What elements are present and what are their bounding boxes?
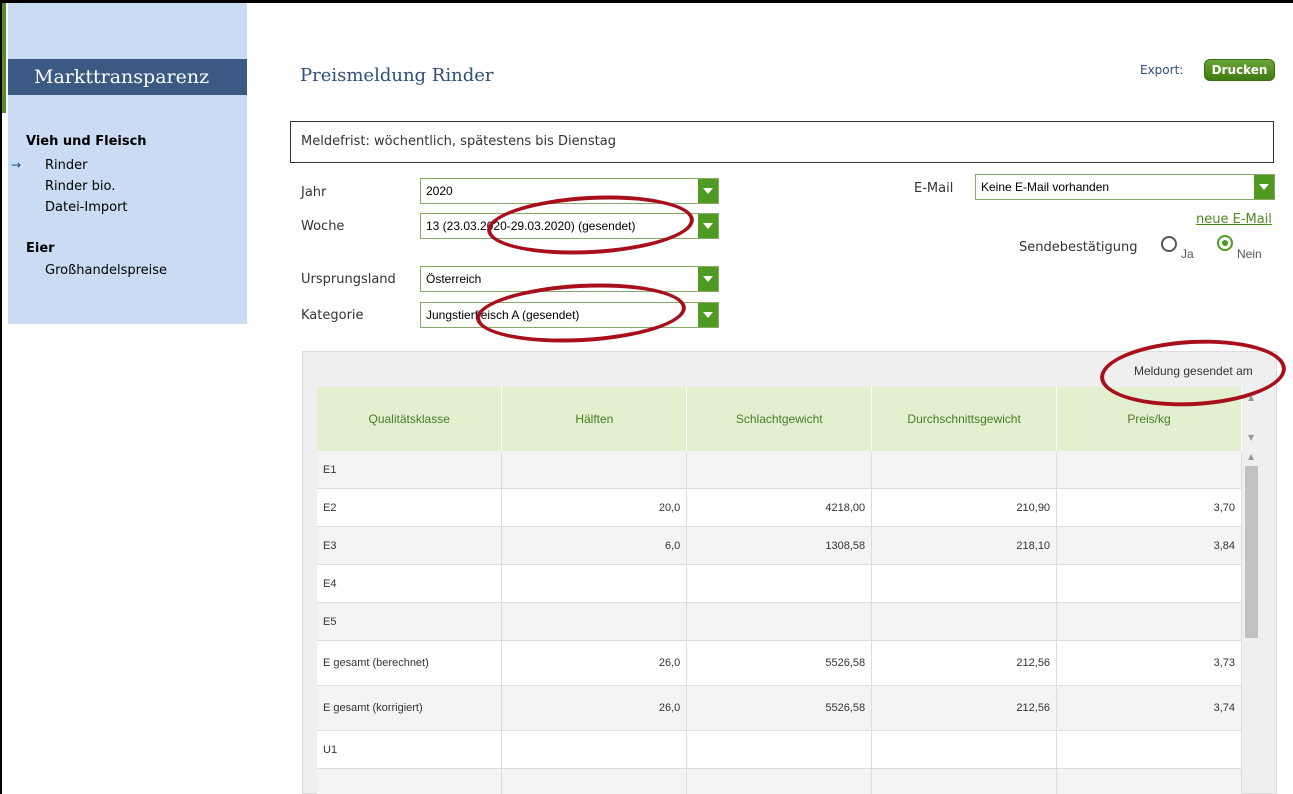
table-cell: E1: [317, 451, 503, 489]
chevron-down-icon: [698, 267, 718, 291]
table-cell[interactable]: [501, 602, 688, 641]
sendebestaetigung-label: Sendebestätigung: [1019, 240, 1138, 255]
table-cell[interactable]: 210,90: [871, 488, 1058, 527]
price-table-container: Qualitätsklasse Hälften Schlachtgewicht …: [317, 387, 1242, 794]
table-cell[interactable]: [501, 451, 688, 489]
table-cell: E gesamt (berechnet): [317, 640, 503, 686]
table-cell[interactable]: [501, 768, 688, 794]
column-header: Qualitätsklasse: [317, 387, 503, 451]
print-button[interactable]: Drucken: [1204, 59, 1275, 81]
table-row: E3 6,0 1308,58 218,10 3,84: [317, 526, 1242, 565]
table-cell[interactable]: [871, 602, 1058, 641]
table-cell: 5526,58: [686, 640, 873, 686]
ursprungsland-label: Ursprungsland: [301, 272, 396, 287]
radio-ja-label: Ja: [1181, 247, 1194, 261]
jahr-select-value: 2020: [426, 184, 453, 198]
table-cell[interactable]: 3,74: [1056, 685, 1242, 731]
nav-section-vieh-und-fleisch: Vieh und Fleisch: [26, 134, 147, 149]
nav-section-eier: Eier: [26, 241, 55, 256]
page-title: Preismeldung Rinder: [300, 65, 494, 86]
table-cell: E5: [317, 602, 503, 641]
table-cell[interactable]: [1056, 768, 1242, 794]
table-row: E gesamt (berechnet) 26,0 5526,58 212,56…: [317, 640, 1242, 686]
nav-item-grosshandelspreise[interactable]: Großhandelspreise: [45, 263, 167, 278]
radio-nein-label: Nein: [1237, 247, 1262, 261]
table-cell[interactable]: [1056, 564, 1242, 603]
table-cell[interactable]: 26,0: [501, 685, 688, 731]
frame-left-accent: [2, 3, 6, 113]
chevron-down-icon: [1254, 175, 1274, 199]
sidebar-title: Markttransparenz: [8, 59, 247, 95]
table-cell[interactable]: 6,0: [501, 526, 688, 565]
table-cell[interactable]: [686, 768, 873, 794]
radio-nein[interactable]: [1217, 235, 1233, 251]
nav-item-rinder-bio[interactable]: Rinder bio.: [45, 179, 115, 194]
chevron-down-icon: [698, 303, 718, 327]
table-cell[interactable]: 5526,58: [686, 685, 873, 731]
deadline-notice: Meldefrist: wöchentlich, spätestens bis …: [290, 121, 1274, 163]
ursprungsland-select-value: Österreich: [426, 272, 482, 286]
table-cell: [317, 768, 503, 794]
email-label: E-Mail: [914, 181, 954, 196]
column-header: Schlachtgewicht: [686, 387, 873, 451]
email-select-value: Keine E-Mail vorhanden: [981, 180, 1110, 194]
chevron-down-icon: [698, 214, 718, 238]
chevron-down-icon: [698, 179, 718, 203]
new-email-link[interactable]: neue E-Mail: [1196, 212, 1272, 227]
table-cell: E gesamt (korrigiert): [317, 685, 503, 731]
column-header: Durchschnittsgewicht: [871, 387, 1058, 451]
table-cell[interactable]: [871, 564, 1058, 603]
scroll-up-icon[interactable]: ▲: [1248, 452, 1254, 461]
table-scrollbar-thumb[interactable]: [1245, 466, 1258, 638]
table-cell[interactable]: 4218,00: [686, 488, 873, 527]
table-cell: E3: [317, 526, 503, 565]
table-cell[interactable]: [686, 451, 873, 489]
table-cell[interactable]: [686, 564, 873, 603]
table-cell[interactable]: 212,56: [871, 685, 1058, 731]
table-row: [317, 768, 1242, 794]
nav-item-rinder[interactable]: Rinder: [45, 158, 87, 173]
table-cell[interactable]: [501, 730, 688, 769]
table-row: E2 20,0 4218,00 210,90 3,70: [317, 488, 1242, 527]
woche-label: Woche: [301, 219, 345, 234]
table-cell: U1: [317, 730, 503, 769]
table-row: E gesamt (korrigiert) 26,0 5526,58 212,5…: [317, 685, 1242, 731]
table-cell[interactable]: 3,70: [1056, 488, 1242, 527]
table-cell: E2: [317, 488, 503, 527]
radio-ja[interactable]: [1161, 236, 1177, 252]
table-header-row: Qualitätsklasse Hälften Schlachtgewicht …: [317, 387, 1242, 451]
table-cell[interactable]: [871, 730, 1058, 769]
jahr-label: Jahr: [301, 185, 327, 200]
scroll-down-icon[interactable]: ▼: [1248, 433, 1254, 442]
table-row: E4: [317, 564, 1242, 603]
kategorie-label: Kategorie: [301, 308, 364, 323]
frame-left-border: [0, 0, 2, 794]
table-cell[interactable]: 20,0: [501, 488, 688, 527]
email-select[interactable]: Keine E-Mail vorhanden: [975, 174, 1275, 200]
table-cell[interactable]: [1056, 730, 1242, 769]
active-arrow-icon: →: [11, 158, 22, 172]
table-cell[interactable]: [1056, 451, 1242, 489]
table-cell[interactable]: 218,10: [871, 526, 1058, 565]
table-cell[interactable]: 1308,58: [686, 526, 873, 565]
table-cell[interactable]: [871, 451, 1058, 489]
column-header: Hälften: [501, 387, 688, 451]
table-cell[interactable]: 3,84: [1056, 526, 1242, 565]
export-label: Export:: [1140, 63, 1184, 77]
table-cell: 212,56: [871, 640, 1058, 686]
table-row: E1: [317, 451, 1242, 489]
table-cell: 3,73: [1056, 640, 1242, 686]
table-row: U1: [317, 730, 1242, 769]
nav-item-datei-import[interactable]: Datei-Import: [45, 200, 128, 215]
table-cell: E4: [317, 564, 503, 603]
table-cell[interactable]: [686, 730, 873, 769]
table-cell[interactable]: [501, 564, 688, 603]
table-cell[interactable]: [871, 768, 1058, 794]
price-table: Qualitätsklasse Hälften Schlachtgewicht …: [317, 387, 1242, 794]
table-row: E5: [317, 602, 1242, 641]
table-cell: 26,0: [501, 640, 688, 686]
table-cell[interactable]: [686, 602, 873, 641]
table-cell[interactable]: [1056, 602, 1242, 641]
